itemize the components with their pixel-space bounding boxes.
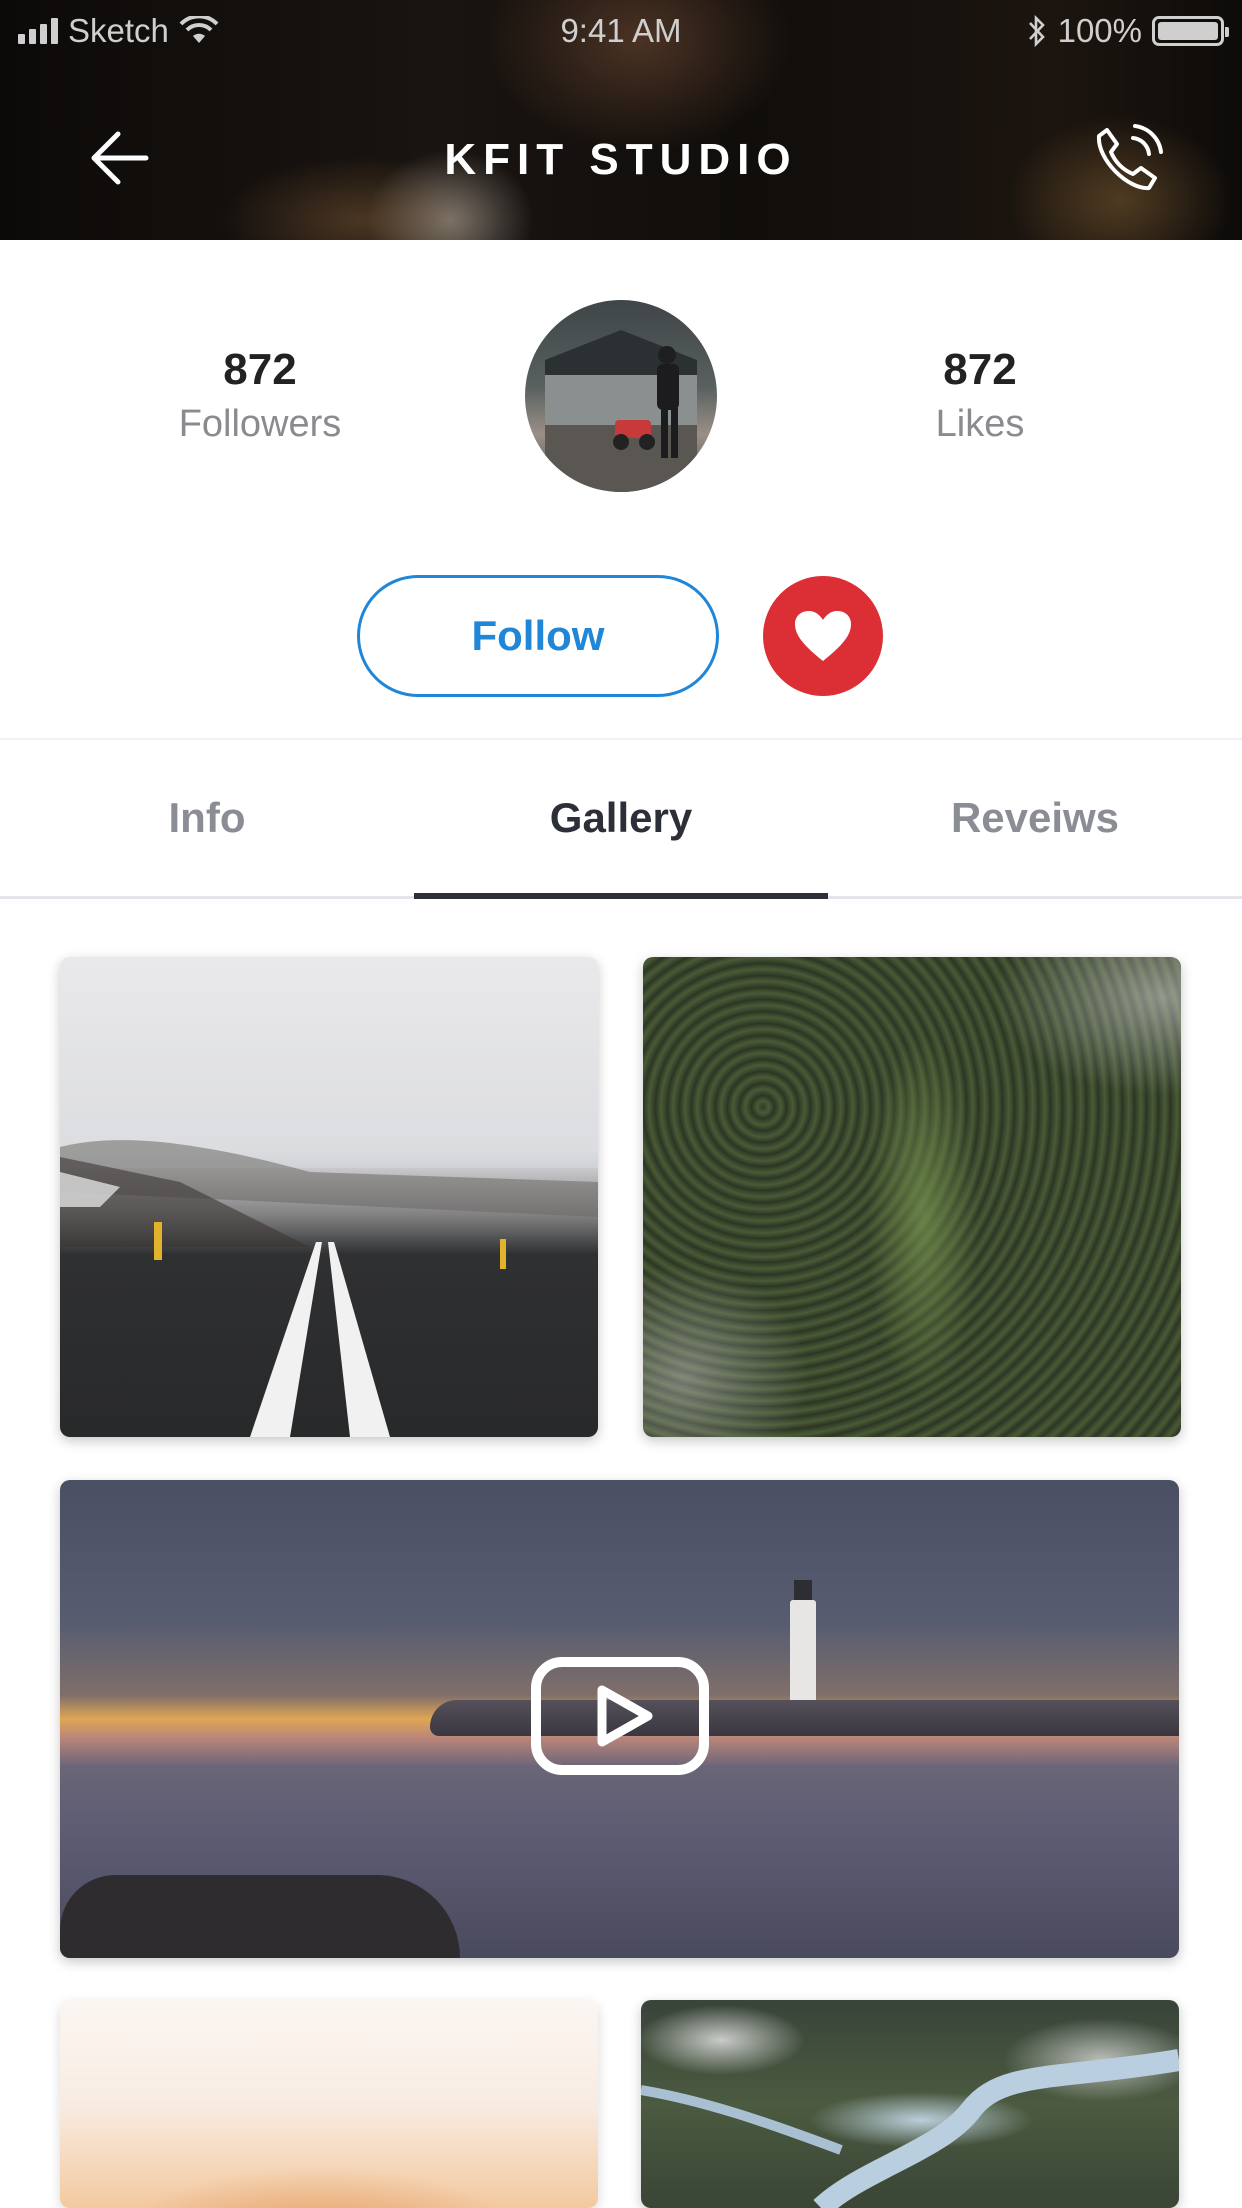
follow-button[interactable]: Follow <box>357 575 719 697</box>
avatar <box>525 300 717 492</box>
gallery-photo-road[interactable] <box>60 957 598 1437</box>
battery-icon <box>1152 16 1229 46</box>
tab-info[interactable]: Info <box>0 740 414 896</box>
gallery-photo-forest[interactable] <box>643 957 1181 1437</box>
likes-label: Likes <box>935 403 1025 445</box>
bluetooth-icon <box>1028 15 1045 47</box>
likes-stat[interactable]: 872 Likes <box>830 345 1130 446</box>
road-illustration <box>60 1140 598 1437</box>
avatar-photo <box>545 330 697 492</box>
tab-bar: Info Gallery Reveiws <box>0 740 1242 898</box>
play-button[interactable] <box>530 1656 710 1776</box>
tab-reviews[interactable]: Reveiws <box>828 740 1242 896</box>
battery-percent: 100% <box>1057 12 1142 49</box>
river-illustration <box>641 2049 1179 2208</box>
gallery-video-lighthouse[interactable] <box>60 1480 1179 1958</box>
gallery-photo-river[interactable] <box>641 2000 1179 2208</box>
followers-stat[interactable]: 872 Followers <box>110 345 410 446</box>
phone-icon <box>1096 124 1163 191</box>
heart-icon <box>795 611 851 661</box>
followers-label: Followers <box>178 403 342 445</box>
tab-gallery[interactable]: Gallery <box>414 740 828 896</box>
call-button[interactable] <box>1082 115 1172 205</box>
rocks-shape <box>60 1875 460 1958</box>
likes-count: 872 <box>943 345 1017 394</box>
active-tab-indicator <box>414 893 828 899</box>
play-icon <box>531 1657 709 1775</box>
like-button[interactable] <box>763 576 883 696</box>
gallery-photo-dunes[interactable] <box>60 2000 598 2208</box>
header: Sketch 9:41 AM 100% KFIT STUDIO <box>0 0 1242 240</box>
status-bar: Sketch 9:41 AM 100% <box>0 0 1242 60</box>
page-title: KFIT STUDIO <box>444 135 798 184</box>
followers-count: 872 <box>223 345 297 394</box>
lighthouse-shape <box>790 1580 816 1708</box>
